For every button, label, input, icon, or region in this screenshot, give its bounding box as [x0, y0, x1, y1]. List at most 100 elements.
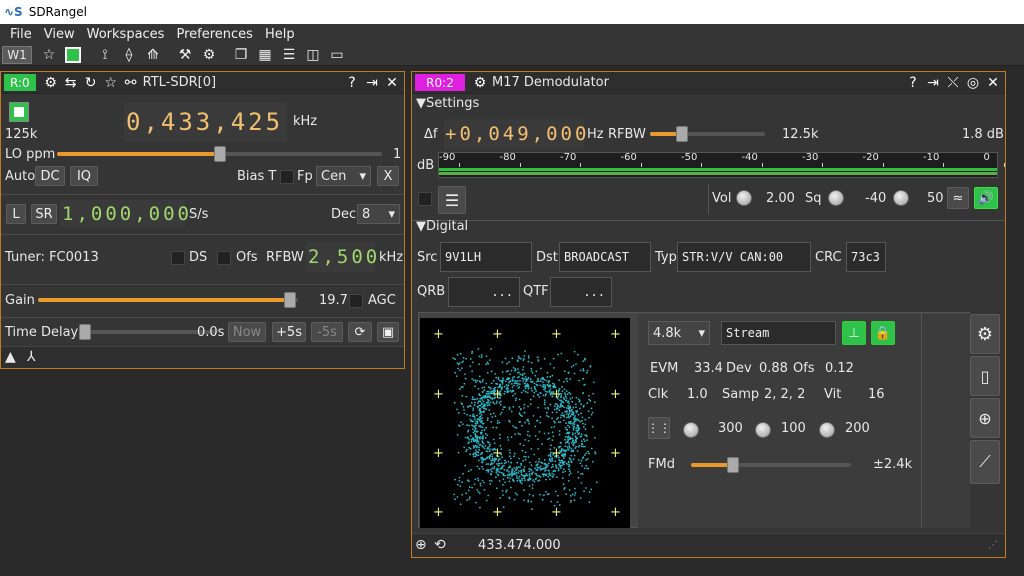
- menu-file[interactable]: File: [10, 27, 32, 42]
- lock-icon[interactable]: 🔒: [871, 321, 895, 345]
- scope-dial-1[interactable]: [683, 422, 699, 438]
- sync-lock-icon[interactable]: ⊥: [842, 321, 866, 345]
- df-dial[interactable]: +0,049,000: [444, 119, 586, 149]
- iq-button[interactable]: IQ: [70, 166, 98, 186]
- x-button[interactable]: X: [377, 166, 399, 186]
- agc-checkbox[interactable]: [349, 294, 363, 308]
- feature-settings-icon[interactable]: ⚙: [198, 45, 220, 65]
- add-mimo-icon[interactable]: ⟰: [142, 45, 164, 65]
- grid-icon[interactable]: ⋮⋮: [647, 417, 671, 439]
- filter-icon[interactable]: ≈: [947, 187, 969, 209]
- gain-slider[interactable]: [38, 298, 298, 302]
- help-icon[interactable]: ?: [343, 74, 361, 92]
- window-icon[interactable]: ▭: [326, 45, 348, 65]
- close-icon[interactable]: ✕: [383, 74, 401, 92]
- scope-dial-2[interactable]: [755, 422, 771, 438]
- move-icon[interactable]: ⇥: [363, 74, 381, 92]
- tile-icon[interactable]: ▦: [254, 45, 276, 65]
- fmd-handle[interactable]: [726, 457, 739, 473]
- now-button[interactable]: Now: [228, 322, 266, 342]
- dec-select[interactable]: 8 ▾: [357, 204, 400, 224]
- sample-rate-dial[interactable]: 1,000,000: [60, 200, 189, 227]
- hide-icon[interactable]: ◎: [964, 74, 982, 92]
- reload-icon[interactable]: ↻: [82, 74, 100, 92]
- ds-checkbox[interactable]: [171, 251, 185, 265]
- plus5s-button[interactable]: +5s: [272, 322, 306, 342]
- constellation-marker: +: [610, 327, 621, 342]
- close-icon[interactable]: ✕: [984, 74, 1002, 92]
- gear-icon[interactable]: ⚙: [471, 74, 489, 92]
- ruler-icon[interactable]: ⟋: [970, 440, 1000, 484]
- device-tag[interactable]: R:0: [4, 74, 36, 91]
- divider: [412, 220, 1005, 221]
- save-icon[interactable]: ▣: [377, 322, 399, 342]
- meter-tick: [701, 163, 702, 167]
- cascade-icon[interactable]: ❐: [230, 45, 252, 65]
- shrink-icon[interactable]: ⤬: [944, 74, 962, 92]
- rfbw-value: 12.5k: [782, 127, 819, 142]
- ofs-checkbox[interactable]: [217, 251, 231, 265]
- fmd-slider[interactable]: [691, 463, 851, 467]
- chevron-down-icon: ▾: [388, 206, 395, 222]
- divider: [1, 317, 404, 318]
- dc-button[interactable]: DC: [35, 166, 65, 186]
- move-icon[interactable]: ⇥: [924, 74, 942, 92]
- rfbw-dial[interactable]: 2,500: [306, 242, 377, 272]
- volume-dial[interactable]: [736, 190, 752, 206]
- channel-icon[interactable]: ⅄: [27, 349, 36, 365]
- add-rx-icon[interactable]: ⟟: [94, 45, 116, 65]
- meter-tick: [943, 163, 944, 167]
- squelch-dial[interactable]: [828, 190, 844, 206]
- menu-workspaces[interactable]: Workspaces: [87, 27, 165, 42]
- refresh-icon[interactable]: ⟲: [434, 537, 446, 553]
- start-stop-button[interactable]: [9, 102, 29, 122]
- sync-icon[interactable]: ⟳: [348, 322, 372, 342]
- baud-select[interactable]: 4.8k ▾: [648, 321, 710, 345]
- menu-icon[interactable]: ☰: [438, 186, 466, 214]
- device-select-icon[interactable]: ⚯: [122, 74, 140, 92]
- squelch-gate-dial[interactable]: [893, 190, 909, 206]
- l-button[interactable]: L: [6, 204, 26, 224]
- lo-ppm-handle[interactable]: [213, 146, 226, 162]
- fp-select[interactable]: Cen ▾: [316, 166, 371, 186]
- resize-grip-icon[interactable]: ⋰: [988, 540, 998, 551]
- star-icon[interactable]: ☆: [38, 45, 60, 65]
- scope-dial-1-value: 300: [718, 421, 743, 436]
- gain-handle[interactable]: [284, 292, 297, 308]
- workspace-button[interactable]: W1: [2, 45, 32, 64]
- center-frequency-dial[interactable]: 0,433,425: [124, 102, 287, 142]
- add-tx-icon[interactable]: ⟠: [118, 45, 140, 65]
- gear-icon[interactable]: ⚙: [42, 74, 60, 92]
- channel-tag[interactable]: R0:2: [415, 74, 465, 91]
- time-delay-handle[interactable]: [79, 324, 91, 340]
- scope-dial-3[interactable]: [819, 422, 835, 438]
- bias-t-checkbox[interactable]: [280, 170, 294, 184]
- digital-section[interactable]: ▼Digital: [416, 219, 468, 234]
- menu-help[interactable]: Help: [265, 27, 295, 42]
- add-icon[interactable]: ⊕: [415, 537, 427, 553]
- audio-mute-icon[interactable]: 🔊: [974, 187, 998, 209]
- columns-icon[interactable]: ◫: [302, 45, 324, 65]
- dev-label: Dev: [726, 361, 752, 376]
- meter-scale: -90 -80 -70 -60 -50 -40 -30 -20 -10 0: [439, 152, 1005, 167]
- stack-icon[interactable]: ☰: [278, 45, 300, 65]
- settings-tab-gear-icon[interactable]: ⚙: [970, 314, 1000, 354]
- settings-section[interactable]: ▼Settings: [416, 96, 479, 111]
- add-feature-icon[interactable]: ⚒: [174, 45, 196, 65]
- menu-view[interactable]: View: [44, 27, 75, 42]
- minus5s-button[interactable]: -5s: [311, 322, 343, 342]
- help-icon[interactable]: ?: [904, 74, 922, 92]
- rfbw-label: RFBW: [266, 250, 304, 265]
- rfbw-handle[interactable]: [676, 126, 689, 142]
- sr-button[interactable]: SR: [31, 204, 57, 224]
- swap-icon[interactable]: ⇆: [62, 74, 80, 92]
- spectrum-icon[interactable]: ▲: [5, 349, 16, 365]
- star-icon[interactable]: ☆: [102, 74, 120, 92]
- log-tab-icon[interactable]: ▯: [970, 356, 1000, 396]
- menu-preferences[interactable]: Preferences: [176, 27, 252, 42]
- globe-icon[interactable]: ⊕: [970, 398, 1000, 438]
- record-checkbox[interactable]: [418, 192, 432, 206]
- stop-icon[interactable]: [62, 45, 84, 65]
- meter-tick-label: -30: [802, 152, 819, 163]
- rfbw-slider[interactable]: [650, 132, 765, 136]
